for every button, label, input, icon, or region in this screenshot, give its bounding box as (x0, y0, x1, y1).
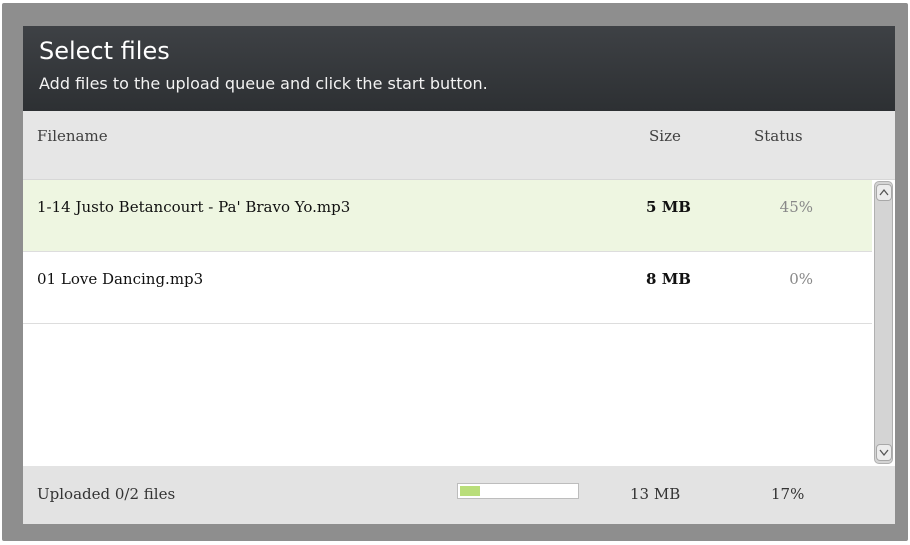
panel-subtitle: Add files to the upload queue and click … (39, 74, 488, 93)
file-status: 0% (789, 270, 813, 288)
column-header-size: Size (649, 127, 681, 145)
scroll-down-button[interactable] (876, 444, 892, 461)
scrollbar-track[interactable] (873, 180, 893, 466)
total-size: 13 MB (630, 485, 681, 503)
file-size: 5 MB (646, 198, 691, 216)
file-list-scrollbar[interactable] (872, 180, 895, 466)
panel-title: Select files (39, 37, 170, 65)
uploaded-count: Uploaded 0/2 files (37, 485, 176, 503)
file-row[interactable]: 01 Love Dancing.mp3 8 MB 0% (23, 252, 872, 324)
chevron-up-icon (879, 188, 889, 196)
column-header-status: Status (754, 127, 803, 145)
file-size: 8 MB (646, 270, 691, 288)
panel-header: Select files Add files to the upload que… (23, 26, 895, 111)
file-status: 45% (779, 198, 813, 216)
scrollbar-thumb[interactable] (874, 181, 893, 464)
file-name: 1-14 Justo Betancourt - Pa' Bravo Yo.mp3 (37, 198, 351, 216)
column-header-row: Filename Size Status (23, 111, 895, 180)
file-row[interactable]: 1-14 Justo Betancourt - Pa' Bravo Yo.mp3… (23, 180, 872, 252)
upload-panel: Select files Add files to the upload que… (23, 26, 895, 524)
total-progress-bar (457, 483, 579, 499)
upload-footer: Uploaded 0/2 files 13 MB 17% (23, 466, 895, 524)
total-percent: 17% (771, 485, 805, 503)
file-list[interactable]: 1-14 Justo Betancourt - Pa' Bravo Yo.mp3… (23, 180, 895, 466)
chevron-down-icon (879, 449, 889, 457)
total-progress-fill (460, 486, 480, 496)
scroll-up-button[interactable] (876, 184, 892, 201)
column-header-filename: Filename (37, 127, 108, 145)
file-name: 01 Love Dancing.mp3 (37, 270, 204, 288)
